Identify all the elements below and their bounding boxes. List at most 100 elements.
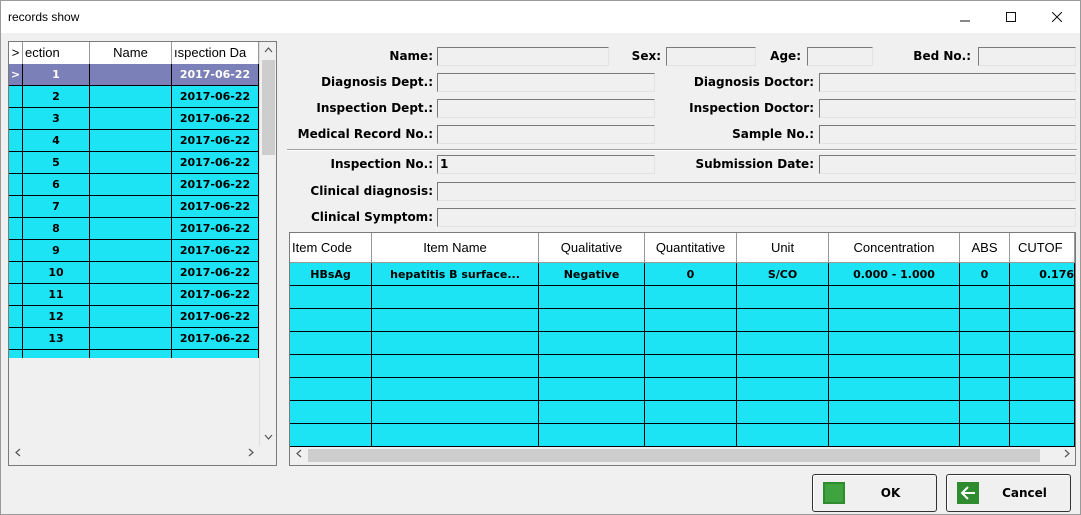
result-cell-quantitative[interactable]: [645, 309, 737, 332]
results-horizontal-scrollbar[interactable]: [290, 447, 1075, 464]
row-indicator[interactable]: [9, 328, 23, 350]
result-cell-concentration[interactable]: [829, 424, 960, 447]
cell-name[interactable]: [90, 218, 172, 240]
result-cell-code[interactable]: HBsAg: [290, 263, 372, 286]
table-row[interactable]: 5 2017-06-22: [9, 152, 259, 174]
minimize-button[interactable]: [942, 1, 988, 33]
cell-name[interactable]: [90, 328, 172, 350]
col-qualitative-header[interactable]: Qualitative: [539, 233, 645, 263]
cell-date[interactable]: 2017-06-22: [172, 108, 259, 130]
table-row[interactable]: 9 2017-06-22: [9, 240, 259, 262]
result-cell-abs[interactable]: [960, 401, 1010, 424]
result-cell-unit[interactable]: [737, 424, 829, 447]
result-cell-code[interactable]: [290, 401, 372, 424]
result-cell-abs[interactable]: [960, 378, 1010, 401]
sex-field[interactable]: [666, 47, 756, 66]
cell-name[interactable]: [90, 64, 172, 86]
result-cell-cutoff[interactable]: 0.176: [1010, 263, 1075, 286]
result-cell-concentration[interactable]: [829, 401, 960, 424]
col-unit-header[interactable]: Unit: [737, 233, 829, 263]
col-item-code-header[interactable]: Item Code: [290, 233, 372, 263]
cell-no[interactable]: 6: [23, 174, 90, 196]
result-cell-unit[interactable]: [737, 378, 829, 401]
row-indicator[interactable]: [9, 306, 23, 328]
row-indicator[interactable]: [9, 218, 23, 240]
name-field[interactable]: [437, 47, 609, 66]
inspection-doctor-field[interactable]: [819, 99, 1076, 118]
table-row[interactable]: 10 2017-06-22: [9, 262, 259, 284]
records-vertical-scrollbar[interactable]: [259, 42, 276, 446]
cell-name[interactable]: [90, 306, 172, 328]
cell-date[interactable]: 2017-06-22: [172, 240, 259, 262]
result-cell-qualitative[interactable]: [539, 309, 645, 332]
cell-date[interactable]: 2017-06-22: [172, 262, 259, 284]
table-row[interactable]: 7 2017-06-22: [9, 196, 259, 218]
result-cell-concentration[interactable]: [829, 332, 960, 355]
cell-no[interactable]: 5: [23, 152, 90, 174]
result-cell-abs[interactable]: [960, 309, 1010, 332]
result-cell-qualitative[interactable]: Negative: [539, 263, 645, 286]
result-cell-code[interactable]: [290, 286, 372, 309]
col-cutoff-header[interactable]: CUTOF: [1010, 233, 1075, 263]
result-cell-qualitative[interactable]: [539, 378, 645, 401]
records-grid[interactable]: > ection Name ıspection Da >1 2017-06-22 2…: [8, 41, 277, 466]
diagnosis-dept-field[interactable]: [437, 73, 655, 92]
table-row[interactable]: 2 2017-06-22: [9, 86, 259, 108]
result-cell-qualitative[interactable]: [539, 286, 645, 309]
cell-no[interactable]: 2: [23, 86, 90, 108]
result-cell-name[interactable]: [372, 309, 539, 332]
cell-date[interactable]: 2017-06-22: [172, 328, 259, 350]
cell-date[interactable]: 2017-06-22: [172, 218, 259, 240]
result-cell-qualitative[interactable]: [539, 355, 645, 378]
result-cell-cutoff[interactable]: [1010, 355, 1075, 378]
col-inspection-no-header[interactable]: ection: [23, 42, 90, 64]
scroll-up-icon[interactable]: [260, 42, 276, 59]
result-cell-qualitative[interactable]: [539, 401, 645, 424]
result-cell-qualitative[interactable]: [539, 424, 645, 447]
cell-date[interactable]: 2017-06-22: [172, 174, 259, 196]
cell-no[interactable]: 3: [23, 108, 90, 130]
result-cell-unit[interactable]: [737, 286, 829, 309]
result-cell-name[interactable]: [372, 286, 539, 309]
result-cell-unit[interactable]: [737, 332, 829, 355]
result-cell-name[interactable]: [372, 378, 539, 401]
results-grid[interactable]: Item Code Item Name Qualitative Quantita…: [289, 232, 1076, 466]
cell-no[interactable]: 1: [23, 64, 90, 86]
row-indicator[interactable]: >: [9, 64, 23, 86]
result-cell-name[interactable]: [372, 401, 539, 424]
result-cell-concentration[interactable]: 0.000 - 1.000: [829, 263, 960, 286]
scroll-down-icon[interactable]: [260, 429, 276, 446]
result-cell-concentration[interactable]: [829, 286, 960, 309]
table-row[interactable]: 6 2017-06-22: [9, 174, 259, 196]
result-cell-quantitative[interactable]: [645, 355, 737, 378]
result-cell-code[interactable]: [290, 355, 372, 378]
cell-date[interactable]: 2017-06-22: [172, 306, 259, 328]
col-concentration-header[interactable]: Concentration: [829, 233, 960, 263]
table-row[interactable]: >1 2017-06-22: [9, 64, 259, 86]
result-cell-name[interactable]: hepatitis B surface...: [372, 263, 539, 286]
result-cell-quantitative[interactable]: [645, 424, 737, 447]
cell-no[interactable]: 8: [23, 218, 90, 240]
result-cell-quantitative[interactable]: [645, 332, 737, 355]
col-inspection-date-header[interactable]: ıspection Da: [172, 42, 259, 64]
table-row[interactable]: 8 2017-06-22: [9, 218, 259, 240]
result-cell-cutoff[interactable]: [1010, 332, 1075, 355]
sample-no-field[interactable]: [819, 125, 1076, 144]
row-indicator[interactable]: [9, 240, 23, 262]
medical-record-no-field[interactable]: [437, 125, 655, 144]
cell-name[interactable]: [90, 108, 172, 130]
result-cell-cutoff[interactable]: [1010, 424, 1075, 447]
ok-button[interactable]: OK: [812, 474, 937, 512]
cell-no[interactable]: 9: [23, 240, 90, 262]
result-cell-concentration[interactable]: [829, 355, 960, 378]
clinical-symptom-field[interactable]: [437, 208, 1076, 227]
result-cell-code[interactable]: [290, 309, 372, 332]
result-cell-unit[interactable]: [737, 355, 829, 378]
result-cell-quantitative[interactable]: [645, 401, 737, 424]
cell-name[interactable]: [90, 174, 172, 196]
cell-no[interactable]: 4: [23, 130, 90, 152]
cell-name[interactable]: [90, 86, 172, 108]
result-cell-qualitative[interactable]: [539, 332, 645, 355]
col-item-name-header[interactable]: Item Name: [372, 233, 539, 263]
result-cell-name[interactable]: [372, 355, 539, 378]
